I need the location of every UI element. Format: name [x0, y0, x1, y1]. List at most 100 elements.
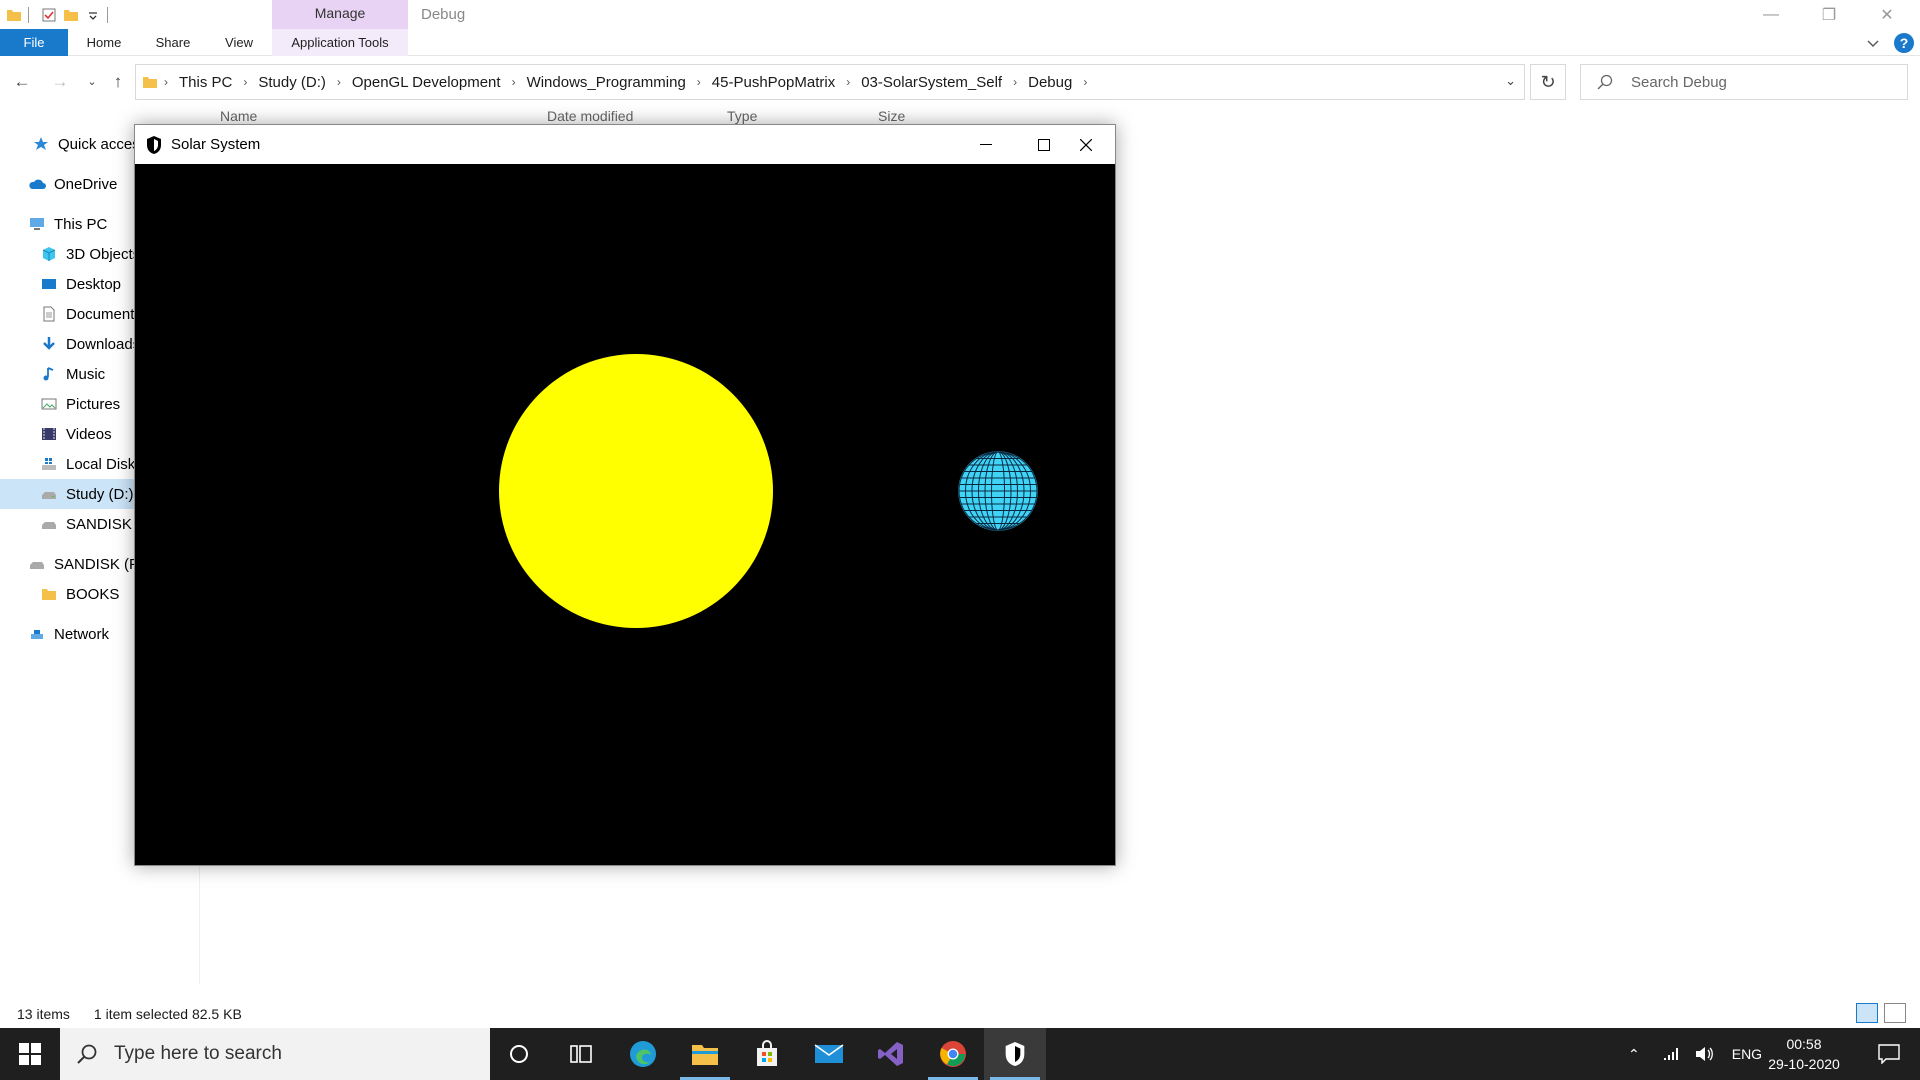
network-icon	[31, 630, 43, 639]
solar-system-window: Solar System	[134, 124, 1116, 866]
wifi-icon[interactable]	[1662, 1046, 1680, 1062]
shield-icon	[147, 135, 161, 154]
customize-toolbar-icon[interactable]	[85, 7, 101, 23]
refresh-icon[interactable]: ↻	[1530, 64, 1566, 100]
view-switcher	[1856, 1003, 1906, 1023]
breadcrumb-debug[interactable]: Debug	[1023, 74, 1077, 91]
edge-icon[interactable]	[612, 1028, 674, 1080]
search-icon	[1597, 74, 1613, 90]
show-hidden-icons-icon[interactable]: ⌃	[1628, 1046, 1640, 1063]
minimize-button[interactable]: —	[1742, 0, 1800, 29]
tab-manage[interactable]: Manage	[272, 0, 408, 29]
folder-icon	[7, 10, 21, 21]
taskbar-search-input[interactable]: Type here to search	[114, 1043, 282, 1065]
folder-icon	[143, 77, 157, 88]
chevron-right-icon[interactable]: ›	[1077, 75, 1093, 89]
chevron-right-icon[interactable]: ›	[237, 75, 253, 89]
breadcrumb-windows-programming[interactable]: Windows_Programming	[522, 74, 691, 91]
ribbon-tabs: File Home Share View Application Tools ?	[0, 29, 1920, 56]
star-icon	[34, 137, 48, 150]
nav-label: Documents	[66, 305, 142, 323]
breadcrumb-this-pc[interactable]: This PC	[174, 74, 237, 91]
document-icon	[43, 306, 55, 322]
volume-icon[interactable]	[1694, 1045, 1714, 1063]
chevron-right-icon[interactable]: ›	[506, 75, 522, 89]
new-folder-icon[interactable]	[63, 7, 79, 23]
chevron-right-icon[interactable]: ›	[840, 75, 856, 89]
solar-window-title: Solar System	[171, 136, 261, 153]
folder-icon	[42, 589, 56, 600]
clock[interactable]: 00:58 29-10-2020	[1756, 1034, 1852, 1074]
column-name[interactable]: Name	[220, 108, 257, 124]
solar-system-app-icon[interactable]	[984, 1028, 1046, 1080]
breadcrumb-pushpopmatrix[interactable]: 45-PushPopMatrix	[707, 74, 840, 91]
mail-icon[interactable]	[798, 1028, 860, 1080]
chevron-right-icon[interactable]: ›	[331, 75, 347, 89]
windows-drive-icon	[42, 458, 56, 470]
details-view-icon[interactable]	[1856, 1003, 1878, 1023]
tab-share[interactable]: Share	[148, 29, 198, 56]
tab-application-tools[interactable]: Application Tools	[272, 29, 408, 56]
properties-icon[interactable]	[41, 7, 57, 23]
drive-icon	[30, 562, 44, 569]
chrome-icon[interactable]	[922, 1028, 984, 1080]
nav-label: Videos	[66, 425, 112, 443]
forward-arrow-icon[interactable]: →	[48, 70, 72, 94]
tab-home[interactable]: Home	[80, 29, 128, 56]
store-icon[interactable]	[736, 1028, 798, 1080]
chevron-right-icon[interactable]: ›	[158, 75, 174, 89]
breadcrumb-opengl[interactable]: OpenGL Development	[347, 74, 506, 91]
drive-icon	[42, 492, 56, 499]
nav-label: SANDISK (	[66, 515, 142, 533]
column-size[interactable]: Size	[878, 108, 905, 124]
nav-label: OneDrive	[54, 175, 118, 193]
task-view-icon[interactable]	[550, 1028, 612, 1080]
solar-minimize-button[interactable]	[957, 125, 1015, 164]
clock-date: 29-10-2020	[1768, 1056, 1840, 1072]
visual-studio-icon[interactable]	[860, 1028, 922, 1080]
file-explorer-icon[interactable]	[674, 1028, 736, 1080]
search-input[interactable]: Search Debug	[1631, 74, 1727, 91]
status-bar: 13 items 1 item selected 82.5 KB	[17, 1006, 242, 1022]
solar-close-button[interactable]	[1057, 125, 1115, 164]
tab-file[interactable]: File	[0, 29, 68, 56]
column-type[interactable]: Type	[727, 108, 757, 124]
computer-icon	[30, 218, 44, 230]
nav-label: Downloads	[66, 335, 141, 353]
close-button[interactable]: ✕	[1858, 0, 1916, 29]
breadcrumb-study[interactable]: Study (D:)	[253, 74, 331, 91]
nav-label: Study (D:)	[66, 485, 134, 503]
address-bar[interactable]: › This PC › Study (D:) › OpenGL Developm…	[135, 64, 1525, 100]
address-dropdown-icon[interactable]: ⌄	[1505, 73, 1516, 89]
up-arrow-icon[interactable]: ↑	[106, 70, 130, 94]
tab-view[interactable]: View	[218, 29, 260, 56]
breadcrumb-solarsystem-self[interactable]: 03-SolarSystem_Self	[856, 74, 1007, 91]
taskbar-search[interactable]: Type here to search	[60, 1028, 490, 1080]
nav-label: Desktop	[66, 275, 122, 293]
nav-label: SANDISK (F:	[54, 555, 143, 573]
taskbar: Type here to search ⌃ ENG 00:58 29-10-20…	[0, 1028, 1920, 1080]
recent-locations-icon[interactable]: ⌄	[80, 70, 104, 94]
cortana-icon[interactable]	[488, 1028, 550, 1080]
expand-ribbon-icon[interactable]	[1866, 38, 1880, 48]
separator	[107, 7, 108, 23]
nav-label: Local Disk	[66, 455, 136, 473]
close-icon	[1080, 138, 1092, 151]
separator	[28, 7, 29, 23]
selection-info: 1 item selected 82.5 KB	[93, 1006, 242, 1022]
nav-label: This PC	[54, 215, 108, 233]
chevron-right-icon[interactable]: ›	[691, 75, 707, 89]
back-arrow-icon[interactable]: ←	[10, 70, 34, 94]
quick-access-toolbar	[0, 4, 114, 26]
chevron-right-icon[interactable]: ›	[1007, 75, 1023, 89]
windows-logo-icon	[19, 1043, 41, 1065]
download-icon	[43, 337, 55, 350]
column-date-modified[interactable]: Date modified	[547, 108, 633, 124]
search-box[interactable]: Search Debug	[1580, 64, 1908, 100]
start-button[interactable]	[0, 1028, 60, 1080]
restore-button[interactable]: ❐	[1800, 0, 1858, 29]
large-icons-view-icon[interactable]	[1884, 1003, 1906, 1023]
search-icon	[77, 1044, 97, 1064]
action-center-icon[interactable]	[1858, 1028, 1920, 1080]
help-icon[interactable]: ?	[1894, 33, 1914, 53]
